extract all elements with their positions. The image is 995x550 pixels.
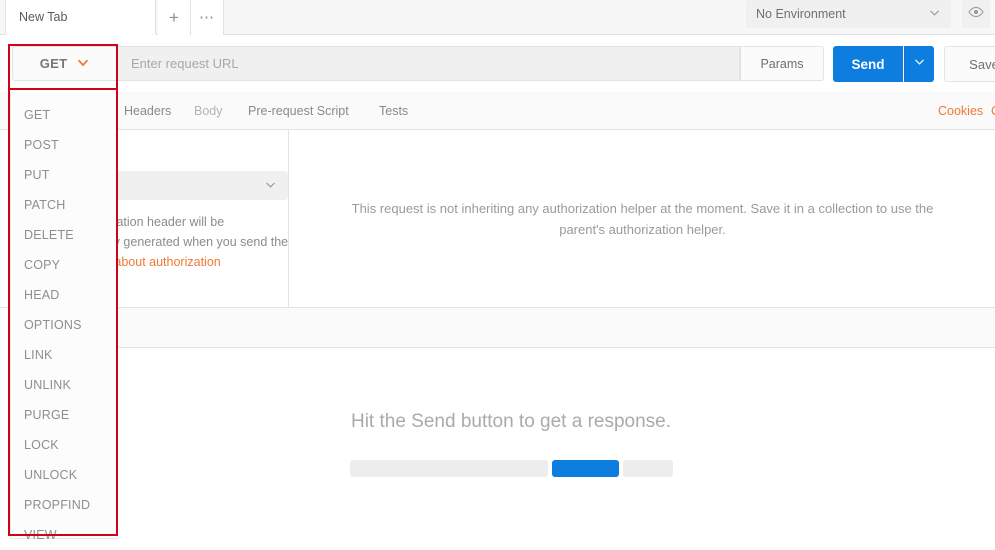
send-label: Send xyxy=(851,57,884,72)
tab-options-button[interactable]: ⋯ xyxy=(191,0,224,35)
method-option-label: HEAD xyxy=(24,288,60,302)
method-option-delete[interactable]: DELETE xyxy=(11,220,117,250)
ellipsis-icon: ⋯ xyxy=(199,14,215,22)
tab-body-label: Body xyxy=(194,104,223,118)
environment-quick-look-button[interactable] xyxy=(962,0,990,28)
send-button[interactable]: Send xyxy=(833,46,903,82)
method-option-patch[interactable]: PATCH xyxy=(11,190,117,220)
chevron-down-icon xyxy=(913,55,926,73)
method-option-label: GET xyxy=(24,108,50,122)
http-method-dropdown-button[interactable]: GET xyxy=(12,46,118,81)
tab-pre-request-script[interactable]: Pre-request Script xyxy=(248,92,349,129)
method-option-label: POST xyxy=(24,138,59,152)
method-option-head[interactable]: HEAD xyxy=(11,280,117,310)
tab-headers-label: Headers xyxy=(124,104,171,118)
method-option-propfind[interactable]: PROPFIND xyxy=(11,490,117,520)
chevron-down-icon xyxy=(928,6,941,22)
chevron-down-icon xyxy=(264,178,277,194)
method-option-label: PATCH xyxy=(24,198,66,212)
cookies-link[interactable]: Cookies xyxy=(938,92,983,129)
method-option-label: OPTIONS xyxy=(24,318,82,332)
response-empty-placeholder-bars xyxy=(350,460,673,477)
save-button[interactable]: Save xyxy=(944,46,995,82)
method-option-label: COPY xyxy=(24,258,60,272)
method-option-label: UNLOCK xyxy=(24,468,77,482)
placeholder-bar-left xyxy=(350,460,548,477)
request-url-placeholder: Enter request URL xyxy=(131,56,239,71)
request-section-tabs: Headers Body Pre-request Script Tests Co… xyxy=(0,92,995,130)
tab-strip: New Tab + ⋯ No Environment xyxy=(0,0,995,35)
method-option-get[interactable]: GET xyxy=(11,100,117,130)
environment-selector[interactable]: No Environment xyxy=(746,0,951,28)
request-tab-label: New Tab xyxy=(19,10,67,24)
send-options-button[interactable] xyxy=(904,46,934,82)
response-meta-bar xyxy=(27,308,995,348)
method-option-label: LOCK xyxy=(24,438,59,452)
http-method-dropdown-menu[interactable]: GET POST PUT PATCH DELETE COPY HEAD OPTIONS LINK… xyxy=(10,92,118,539)
method-option-put[interactable]: PUT xyxy=(11,160,117,190)
plus-icon: + xyxy=(169,8,179,28)
method-option-label: VIEW xyxy=(24,528,57,542)
placeholder-bar-right xyxy=(623,460,673,477)
tab-tests[interactable]: Tests xyxy=(379,92,408,129)
method-option-purge[interactable]: PURGE xyxy=(11,400,117,430)
environment-label: No Environment xyxy=(756,7,928,21)
code-link[interactable]: C xyxy=(991,92,995,129)
method-option-lock[interactable]: LOCK xyxy=(11,430,117,460)
request-url-input[interactable]: Enter request URL xyxy=(118,46,740,81)
response-empty-title: Hit the Send button to get a response. xyxy=(351,411,671,433)
method-option-label: PURGE xyxy=(24,408,69,422)
http-method-label: GET xyxy=(40,56,68,71)
request-tab-new-tab[interactable]: New Tab xyxy=(5,0,156,35)
authorization-panel: parent The authorization header will be … xyxy=(0,130,995,308)
tab-body[interactable]: Body xyxy=(194,92,223,129)
method-option-post[interactable]: POST xyxy=(11,130,117,160)
params-button[interactable]: Params xyxy=(740,46,824,81)
new-tab-button[interactable]: + xyxy=(158,0,191,35)
method-option-link[interactable]: LINK xyxy=(11,340,117,370)
postman-app-window: New Tab + ⋯ No Environment GET xyxy=(0,0,995,539)
save-label: Save xyxy=(969,57,995,72)
eye-icon xyxy=(968,5,984,23)
tab-pre-request-script-label: Pre-request Script xyxy=(248,104,349,118)
code-label: C xyxy=(991,104,995,118)
method-option-label: UNLINK xyxy=(24,378,71,392)
method-option-options[interactable]: OPTIONS xyxy=(11,310,117,340)
method-option-label: PUT xyxy=(24,168,50,182)
request-url-bar: GET Enter request URL Params Send Save xyxy=(0,35,995,92)
response-empty-state: Hit the Send button to get a response. xyxy=(27,348,995,539)
method-option-label: LINK xyxy=(24,348,53,362)
method-option-label: PROPFIND xyxy=(24,498,90,512)
params-label: Params xyxy=(760,57,803,71)
tab-headers[interactable]: Headers xyxy=(124,92,171,129)
authorization-empty-message-area: This request is not inheriting any autho… xyxy=(290,130,995,307)
placeholder-bar-send xyxy=(552,460,619,477)
method-option-view[interactable]: VIEW xyxy=(11,520,117,550)
method-option-label: DELETE xyxy=(24,228,74,242)
cookies-label: Cookies xyxy=(938,104,983,118)
method-option-unlink[interactable]: UNLINK xyxy=(11,370,117,400)
method-option-unlock[interactable]: UNLOCK xyxy=(11,460,117,490)
tab-tests-label: Tests xyxy=(379,104,408,118)
chevron-down-icon xyxy=(76,55,90,72)
authorization-empty-message: This request is not inheriting any autho… xyxy=(333,198,953,240)
response-body-area: Hit the Send button to get a response. xyxy=(27,348,995,539)
method-option-copy[interactable]: COPY xyxy=(11,250,117,280)
